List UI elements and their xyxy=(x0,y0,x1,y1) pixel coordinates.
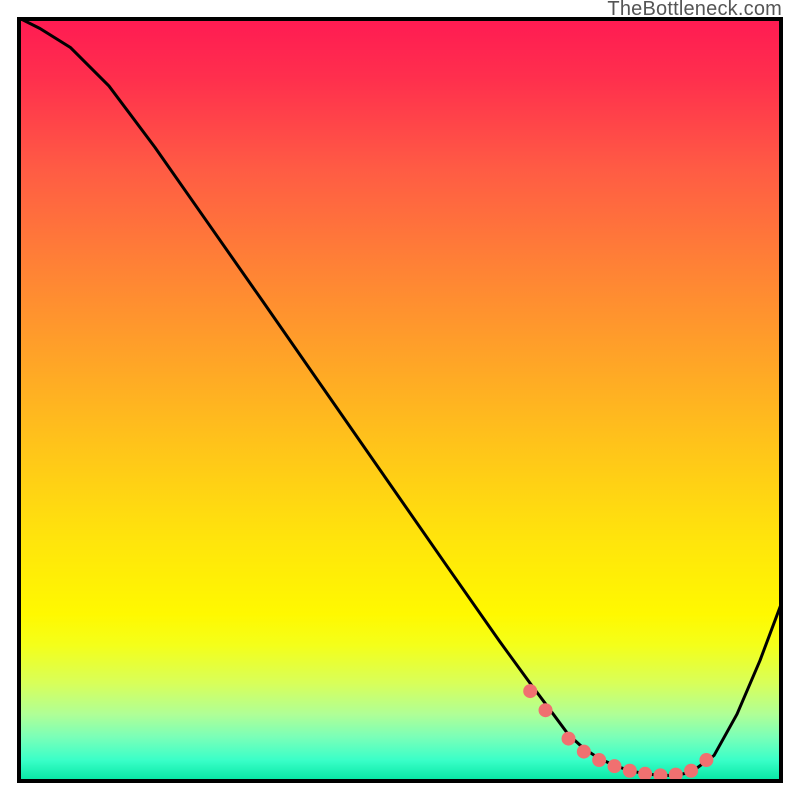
chart-container: TheBottleneck.com xyxy=(0,0,800,800)
curve-marker xyxy=(539,703,553,717)
curve-marker xyxy=(523,684,537,698)
plot-area xyxy=(17,17,783,783)
curve-marker xyxy=(638,767,652,781)
bottleneck-curve-path xyxy=(17,17,783,775)
chart-svg xyxy=(17,17,783,783)
curve-marker xyxy=(623,764,637,778)
curve-marker xyxy=(669,768,683,782)
curve-markers xyxy=(523,684,713,782)
curve-marker xyxy=(699,753,713,767)
curve-marker xyxy=(684,764,698,778)
curve-marker xyxy=(562,732,576,746)
curve-marker xyxy=(653,768,667,782)
curve-marker xyxy=(577,745,591,759)
bottleneck-curve xyxy=(17,17,783,775)
curve-marker xyxy=(607,759,621,773)
curve-marker xyxy=(592,753,606,767)
